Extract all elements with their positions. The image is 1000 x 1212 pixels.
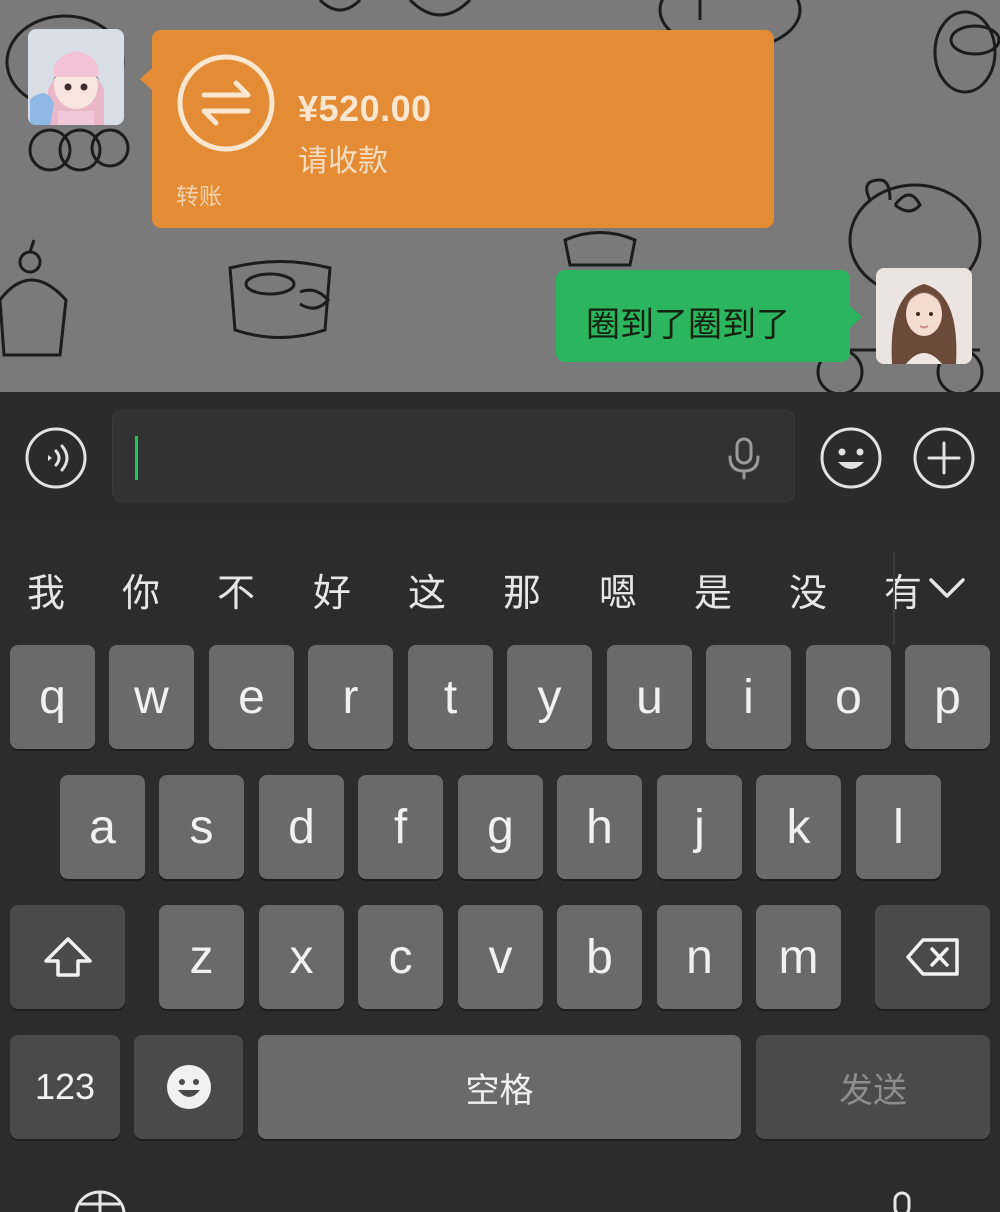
key-letter[interactable]: l — [856, 775, 941, 879]
transfer-status: 请收款 — [298, 144, 388, 179]
key-letter[interactable]: p — [905, 645, 990, 749]
plus-circle-icon[interactable] — [912, 426, 976, 490]
candidate-bar: 我 你 不 好 这 那 嗯 是 没 有 — [0, 522, 1000, 644]
shift-arrow-icon — [43, 937, 92, 977]
chat-area: ¥520.00 请收款 转账 圈到了圈到了 — [0, 0, 1000, 392]
candidate-word[interactable]: 你 — [122, 562, 160, 617]
key-letter[interactable]: w — [109, 645, 194, 749]
key-letter[interactable]: u — [607, 645, 692, 749]
space-key[interactable]: 空格 — [258, 1035, 741, 1139]
chevron-down-icon[interactable] — [925, 566, 969, 610]
key-letter[interactable]: y — [507, 645, 592, 749]
microphone-icon[interactable] — [725, 436, 763, 480]
contact-avatar[interactable] — [28, 29, 124, 125]
message-input[interactable] — [135, 427, 715, 485]
candidate-word[interactable]: 那 — [503, 562, 541, 617]
globe-icon[interactable] — [72, 1190, 128, 1212]
candidate-word[interactable]: 是 — [694, 562, 732, 617]
candidate-word[interactable]: 没 — [789, 562, 827, 617]
emoji-key-icon — [166, 1065, 211, 1109]
key-letter[interactable]: d — [259, 775, 344, 879]
candidate-word[interactable]: 不 — [217, 562, 255, 617]
key-letter[interactable]: v — [458, 905, 543, 1009]
outgoing-message-text: 圈到了圈到了 — [586, 305, 790, 345]
key-letter[interactable]: a — [60, 775, 145, 879]
input-bar — [0, 392, 1000, 522]
key-letter[interactable]: z — [159, 905, 244, 1009]
candidate-word[interactable]: 我 — [27, 562, 65, 617]
key-letter[interactable]: o — [806, 645, 891, 749]
shift-key[interactable] — [10, 905, 125, 1009]
candidate-divider — [893, 552, 895, 644]
microphone-icon[interactable] — [888, 1190, 916, 1212]
key-letter[interactable]: m — [756, 905, 841, 1009]
key-letter[interactable]: s — [159, 775, 244, 879]
key-letter[interactable]: e — [209, 645, 294, 749]
key-letter[interactable]: i — [706, 645, 791, 749]
transfer-label: 转账 — [176, 184, 222, 210]
send-key[interactable]: 发送 — [756, 1035, 990, 1139]
voice-waves-icon[interactable] — [24, 426, 88, 490]
key-letter[interactable]: b — [557, 905, 642, 1009]
candidate-word[interactable]: 有 — [884, 562, 922, 617]
exchange-arrows-icon — [177, 54, 275, 152]
key-letter[interactable]: k — [756, 775, 841, 879]
key-letter[interactable]: c — [358, 905, 443, 1009]
smiley-icon[interactable] — [819, 426, 883, 490]
backspace-icon — [905, 938, 959, 976]
candidate-word[interactable]: 好 — [313, 562, 351, 617]
delete-key[interactable] — [875, 905, 990, 1009]
outgoing-message-bubble[interactable]: 圈到了圈到了 — [556, 270, 862, 362]
key-letter[interactable]: t — [408, 645, 493, 749]
key-letter[interactable]: x — [259, 905, 344, 1009]
emoji-key[interactable] — [134, 1035, 243, 1139]
key-letter[interactable]: q — [10, 645, 95, 749]
message-input-box[interactable] — [112, 410, 795, 502]
transfer-amount: ¥520.00 — [298, 88, 432, 129]
numbers-key[interactable]: 123 — [10, 1035, 120, 1139]
key-letter[interactable]: n — [657, 905, 742, 1009]
transfer-card[interactable]: ¥520.00 请收款 转账 — [140, 30, 774, 228]
key-letter[interactable]: g — [458, 775, 543, 879]
key-letter[interactable]: j — [657, 775, 742, 879]
key-letter[interactable]: r — [308, 645, 393, 749]
key-letter[interactable]: f — [358, 775, 443, 879]
candidate-word[interactable]: 这 — [408, 562, 446, 617]
candidate-word[interactable]: 嗯 — [599, 562, 637, 617]
my-avatar[interactable] — [876, 268, 972, 364]
key-letter[interactable]: h — [557, 775, 642, 879]
